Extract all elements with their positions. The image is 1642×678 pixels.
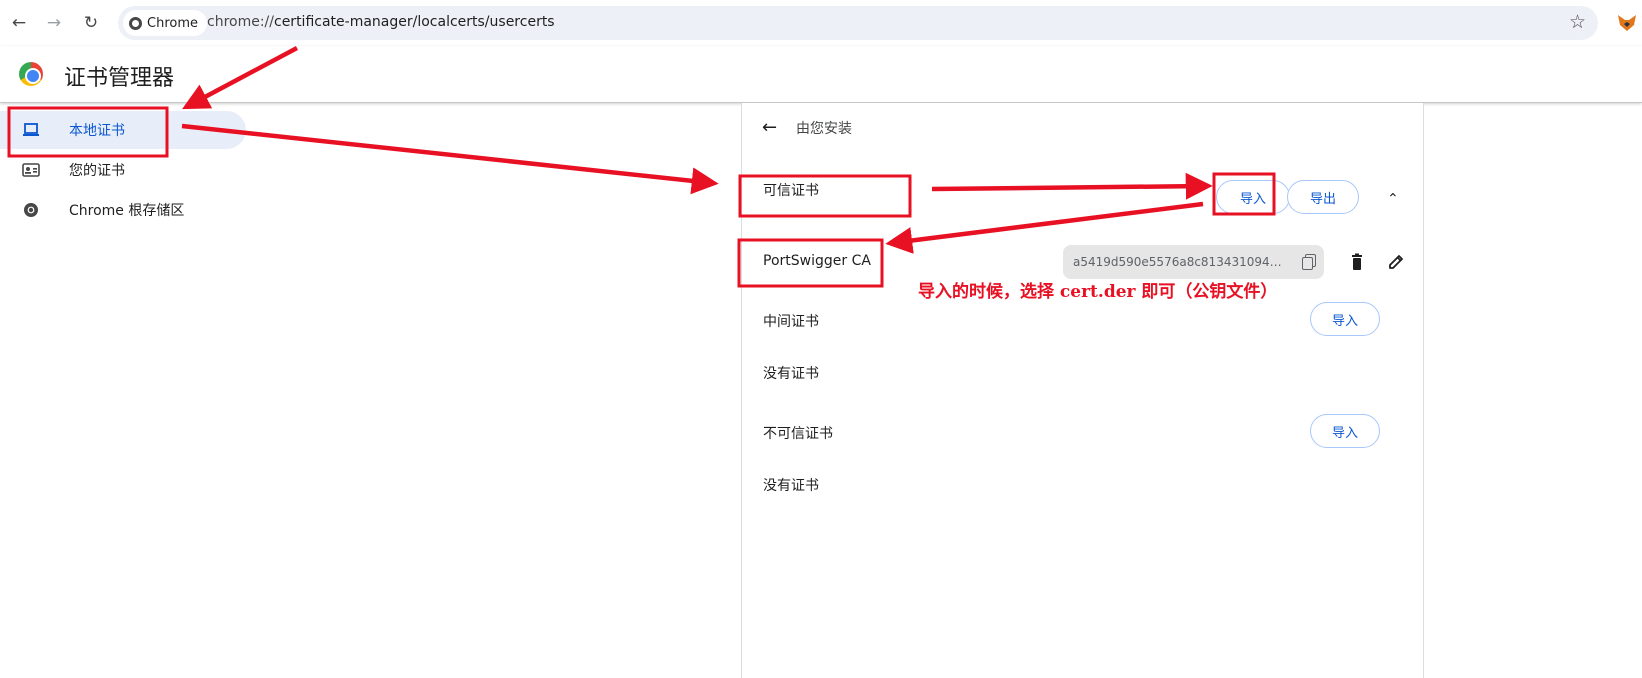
sidebar-item-your-certs[interactable]: 您的证书 — [0, 151, 125, 189]
untrusted-empty-text: 没有证书 — [763, 478, 819, 494]
cert-name: PortSwigger CA — [763, 253, 871, 269]
pencil-icon[interactable] — [1387, 253, 1405, 271]
reload-icon[interactable]: ↻ — [77, 9, 105, 37]
arrow-to-trusted-certs — [181, 123, 719, 195]
laptop-icon — [21, 120, 41, 140]
bookmark-star-icon[interactable]: ☆ — [1569, 11, 1586, 33]
back-arrow-icon[interactable]: ← — [762, 117, 782, 138]
forward-arrow-icon[interactable]: → — [40, 9, 68, 37]
page-title: 证书管理器 — [64, 66, 175, 91]
id-card-icon — [21, 160, 41, 180]
untrusted-certs-label: 不可信证书 — [763, 426, 833, 442]
address-bar[interactable]: Chrome chrome://certificate-manager/loca… — [118, 6, 1598, 40]
app-header: 证书管理器 — [0, 46, 1642, 103]
chrome-logo-icon — [19, 62, 43, 86]
url-text[interactable]: chrome://certificate-manager/localcerts/… — [207, 14, 555, 30]
browser-toolbar: ← → ↻ Chrome chrome://certificate-manage… — [0, 0, 1642, 46]
cert-hash-text: a5419d590e5576a8c813431094875cf7f... — [1073, 255, 1288, 269]
sidebar-item-local-certs[interactable]: 本地证书 — [0, 111, 246, 149]
chrome-icon — [129, 16, 142, 30]
chevron-up-icon[interactable]: ⌄ — [1387, 189, 1399, 205]
back-row[interactable]: ← 由您安装 — [762, 117, 852, 138]
site-chip[interactable]: Chrome — [123, 10, 207, 36]
sidebar-item-label: Chrome 根存储区 — [69, 203, 185, 219]
sidebar-item-label: 您的证书 — [69, 163, 125, 179]
sidebar-item-label: 本地证书 — [69, 123, 125, 139]
intermediate-certs-label: 中间证书 — [763, 314, 819, 330]
certificates-panel: ← 由您安装 可信证书 导入 导出 ⌄ PortSwigger CA a5419… — [741, 103, 1424, 678]
chrome-icon — [21, 200, 41, 220]
import-trusted-button[interactable]: 导入 — [1216, 180, 1290, 214]
back-arrow-icon[interactable]: ← — [5, 9, 33, 37]
subpage-title: 由您安装 — [796, 120, 852, 137]
cert-hash-field[interactable]: a5419d590e5576a8c813431094875cf7f... — [1063, 245, 1324, 279]
annotation-note: 导入的时候，选择 cert.der 即可（公钥文件） — [918, 282, 1278, 302]
trash-icon[interactable] — [1348, 253, 1366, 271]
trusted-certs-label: 可信证书 — [763, 183, 819, 199]
import-untrusted-button[interactable]: 导入 — [1310, 414, 1380, 448]
export-trusted-button[interactable]: 导出 — [1287, 180, 1359, 214]
fox-extension-icon[interactable] — [1616, 12, 1638, 34]
site-chip-label: Chrome — [147, 15, 198, 31]
copy-icon[interactable] — [1302, 254, 1316, 270]
import-intermediate-button[interactable]: 导入 — [1310, 302, 1380, 336]
sidebar-item-chrome-root-store[interactable]: Chrome 根存储区 — [0, 191, 184, 229]
intermediate-empty-text: 没有证书 — [763, 366, 819, 382]
